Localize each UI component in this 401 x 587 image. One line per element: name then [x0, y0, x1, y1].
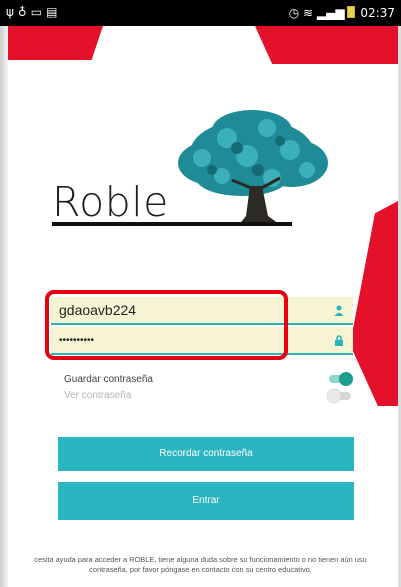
footer-line-1: cesita ayuda para acceder a ROBLE, tiene…	[34, 555, 367, 564]
logo-underline	[52, 222, 292, 226]
status-right-icons: ◷ ≋ ▂▄▆ 02:37	[289, 6, 395, 20]
status-bar: ψ♁▭▤ ◷ ≋ ▂▄▆ 02:37	[0, 0, 401, 26]
decor-red-shape-right	[350, 201, 398, 406]
location-icon: ♁	[17, 5, 31, 19]
decor-red-shape-top-right	[255, 26, 398, 64]
signal-icon: ▂▄▆	[316, 6, 345, 20]
wifi-icon: ≋	[303, 6, 314, 20]
cast-icon: ▭	[30, 5, 47, 19]
tree-logo-icon	[178, 110, 328, 226]
save-password-label: Guardar contraseña	[64, 374, 153, 385]
alarm-icon: ◷	[288, 6, 300, 20]
toggle-knob	[339, 372, 353, 386]
usb-icon: ψ	[6, 5, 18, 19]
user-icon	[334, 305, 344, 316]
footer-line-2: contraseña, por favor póngase en contact…	[89, 565, 312, 574]
decor-red-shape-top-left	[8, 26, 103, 60]
lock-icon	[335, 335, 343, 346]
enter-button[interactable]: Entrar	[58, 482, 354, 520]
screen-left-edge	[0, 26, 8, 587]
save-password-toggle[interactable]	[329, 372, 353, 386]
show-password-label: Ver contraseña	[64, 390, 132, 401]
remind-password-button[interactable]: Recordar contraseña	[58, 437, 354, 471]
toggle-knob	[327, 389, 341, 403]
status-left-icons: ψ♁▭▤	[6, 5, 61, 19]
battery-icon	[346, 6, 355, 18]
brand-logo-text: Roble	[52, 178, 169, 226]
status-time: 02:37	[360, 6, 395, 20]
show-password-toggle[interactable]	[327, 389, 351, 403]
credentials-highlight-box	[45, 290, 288, 360]
help-footer-text: cesita ayuda para acceder a ROBLE, tiene…	[0, 555, 401, 575]
image-icon: ▤	[46, 5, 62, 19]
